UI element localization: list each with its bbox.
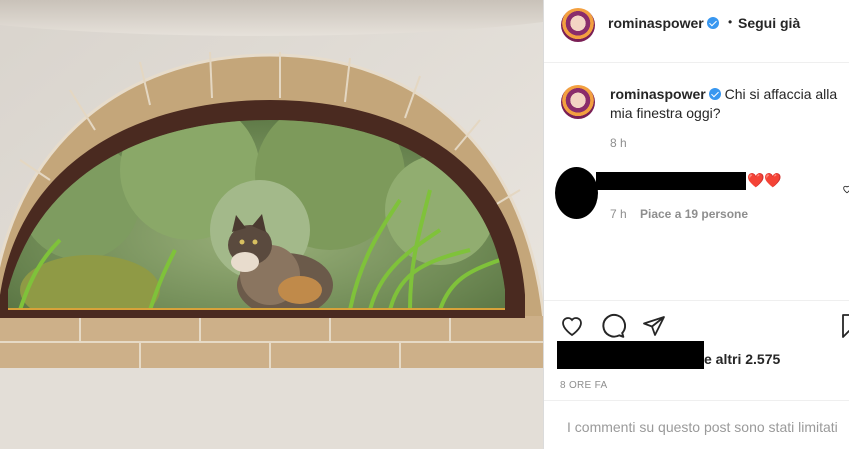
caption-username[interactable]: rominaspower: [610, 86, 721, 102]
avatar[interactable]: [561, 8, 595, 42]
verified-badge-icon: [708, 88, 721, 100]
share-icon[interactable]: [641, 314, 667, 338]
comments-limited-text: I commenti su questo post sono stati lim…: [567, 419, 838, 435]
comment-icon[interactable]: [600, 313, 626, 339]
likes-count[interactable]: e altri 2.575: [704, 351, 780, 367]
comment-emoji: ❤️❤️: [747, 172, 782, 188]
bookmark-icon[interactable]: [842, 313, 849, 339]
actions-divider: [544, 300, 849, 301]
posted-ago[interactable]: 8 ORE FA: [560, 380, 607, 391]
liker-name-redacted: [557, 341, 704, 369]
post-photo[interactable]: [0, 0, 543, 449]
comment-likes[interactable]: Piace a 19 persone: [640, 207, 748, 221]
cat-window-photo: [0, 0, 543, 449]
commenter-avatar-redacted: [555, 167, 598, 219]
comment-like-heart-icon[interactable]: [842, 183, 849, 195]
separator-dot: •: [728, 15, 733, 29]
post-details-panel: rominaspower • Segui già rominaspower Ch…: [543, 0, 849, 449]
heart-icon[interactable]: [559, 314, 585, 338]
caption-avatar[interactable]: [561, 85, 595, 119]
header-username[interactable]: rominaspower: [608, 15, 719, 31]
follow-status-button[interactable]: Segui già: [738, 15, 800, 31]
post-header: rominaspower • Segui già: [544, 0, 849, 63]
comment-time[interactable]: 7 h: [610, 207, 627, 221]
verified-badge-icon: [706, 17, 719, 29]
caption-time[interactable]: 8 h: [610, 136, 627, 150]
header-username-text[interactable]: rominaspower: [608, 15, 704, 31]
comments-limited-notice: I commenti su questo post sono stati lim…: [544, 400, 849, 450]
post-caption: rominaspower Chi si affaccia alla mia fi…: [610, 85, 849, 123]
caption-username-text[interactable]: rominaspower: [610, 86, 706, 102]
comment-text-redacted: [596, 172, 746, 190]
